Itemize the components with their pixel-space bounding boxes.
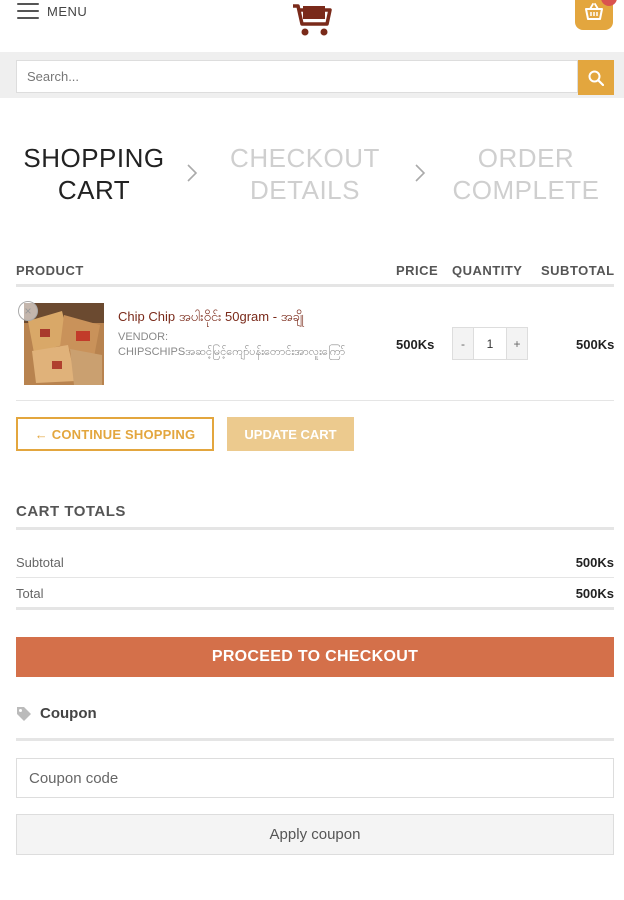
product-subtotal: 500Ks [576,337,615,352]
search-bar [0,52,624,98]
hamburger-icon [17,3,39,19]
step-line: ORDER [477,143,575,173]
subtotal-label: Subtotal [16,555,64,570]
update-cart-button[interactable]: UPDATE CART [227,417,354,451]
search-input[interactable] [16,60,578,93]
tag-icon [17,706,31,721]
menu-button[interactable]: MENU [17,3,87,19]
product-price: 500Ks [396,337,435,352]
vendor-label: VENDOR: [118,331,169,343]
step-checkout-details[interactable]: CHECKOUT DETAILS [222,142,388,206]
vendor-value: CHIPSCHIPSအဆင့်မြင့်ကျော်ပန်းတောင်းအာလူး… [118,346,346,358]
quantity-input[interactable] [473,328,507,359]
totals-bottom-divider [16,607,614,610]
site-header: MENU [0,0,624,52]
search-icon [588,70,604,86]
table-header-divider [16,284,614,287]
proceed-to-checkout-button[interactable]: PROCEED TO CHECKOUT [16,637,614,677]
column-header-price: PRICE [396,263,439,278]
subtotal-value: 500Ks [575,555,614,570]
step-line: COMPLETE [452,175,600,205]
totals-divider [16,527,614,530]
search-button[interactable] [578,60,614,95]
apply-coupon-button[interactable]: Apply coupon [16,814,614,855]
total-value: 500Ks [575,586,614,601]
step-line: DETAILS [250,175,360,205]
step-line: SHOPPING [23,143,165,173]
chevron-right-icon [415,164,426,182]
step-shopping-cart[interactable]: SHOPPING CART [16,142,172,206]
coupon-code-input[interactable] [16,758,614,798]
chevron-right-icon [187,164,198,182]
totals-row-divider [16,577,614,578]
product-name-link[interactable]: Chip Chip အပါးဝိုင်း 50gram - အချို [118,309,368,328]
menu-label: MENU [47,3,88,19]
row-divider [16,400,614,401]
step-line: CART [57,175,131,205]
coupon-header: Coupon [16,705,97,722]
basket-icon [585,3,603,20]
column-header-subtotal: SUBTOTAL [541,263,615,278]
shopping-cart-logo-icon[interactable] [287,0,339,40]
quantity-increase-button[interactable]: + [507,328,527,359]
coupon-label: Coupon [40,705,97,722]
column-header-product: PRODUCT [16,263,84,278]
step-line: CHECKOUT [230,143,380,173]
quantity-decrease-button[interactable]: - [453,328,473,359]
step-order-complete[interactable]: ORDER COMPLETE [446,142,606,206]
total-label: Total [16,586,44,601]
quantity-stepper: - + [452,327,528,360]
coupon-divider [16,738,614,741]
continue-shopping-button[interactable]: ← CONTINUE SHOPPING [16,417,214,451]
remove-item-icon[interactable]: × [18,301,38,321]
cart-totals-title: CART TOTALS [16,503,126,520]
column-header-quantity: QUANTITY [452,263,523,278]
